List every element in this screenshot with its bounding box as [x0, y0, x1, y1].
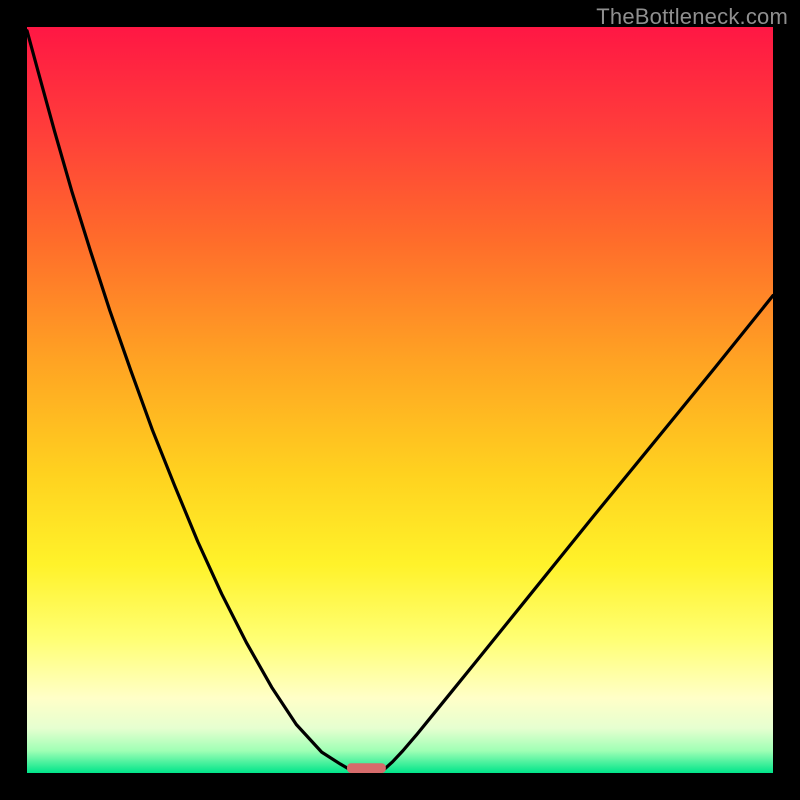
chart-frame: TheBottleneck.com — [0, 0, 800, 800]
gradient-background — [27, 27, 773, 773]
bottom-marker — [347, 763, 386, 773]
plot-area — [27, 27, 773, 773]
plot-svg — [27, 27, 773, 773]
watermark-text: TheBottleneck.com — [596, 4, 788, 30]
